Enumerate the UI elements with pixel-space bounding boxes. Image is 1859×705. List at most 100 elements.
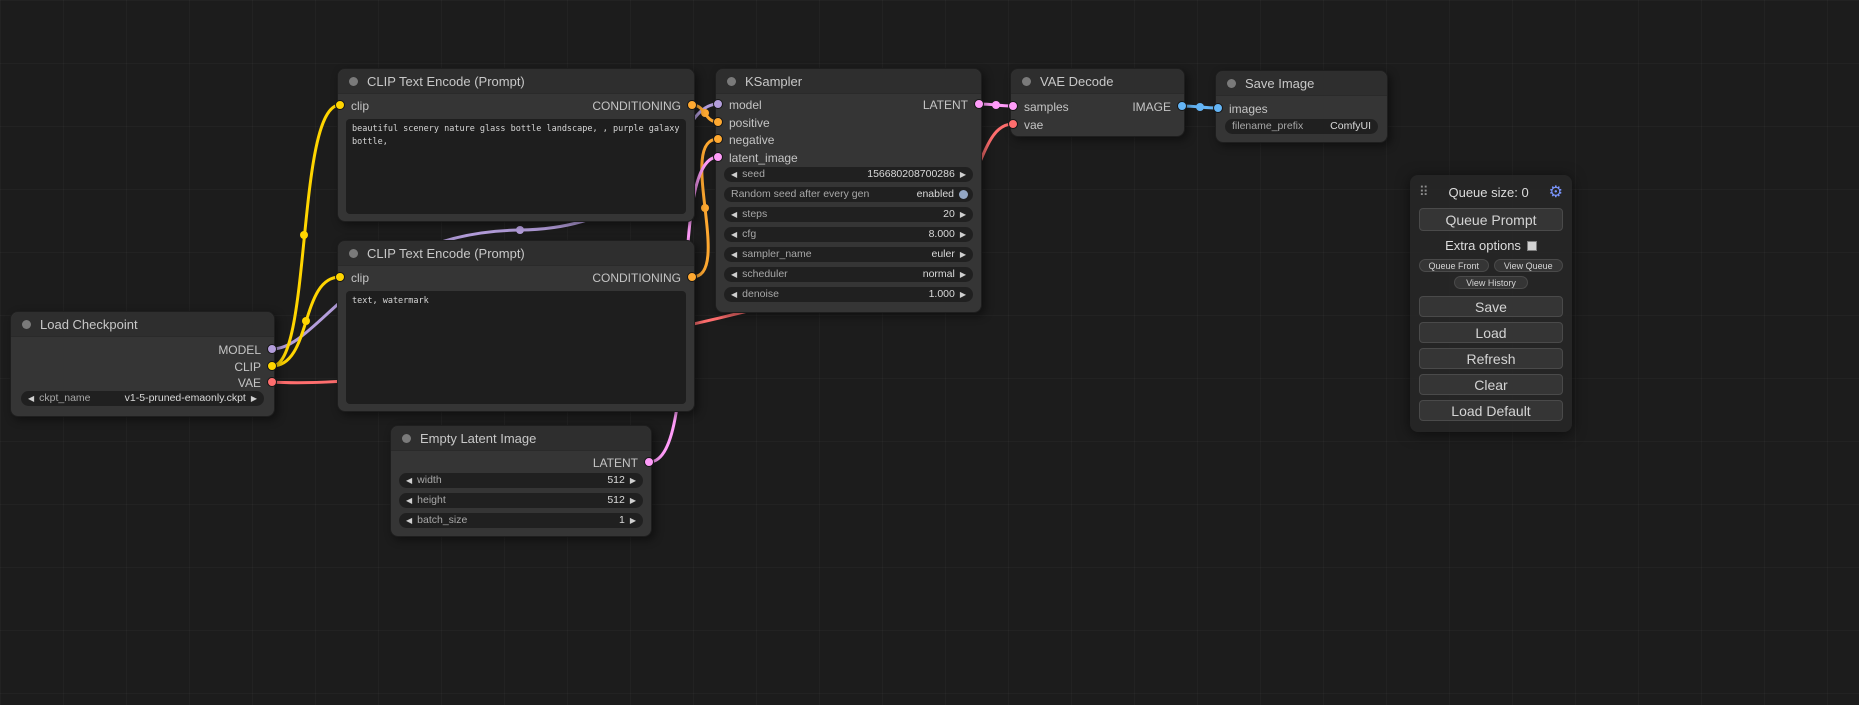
collapse-icon[interactable] [22, 320, 31, 329]
prev-value-icon[interactable]: ◀ [731, 211, 737, 219]
wire-clip-to-positive-prompt [272, 105, 340, 366]
node-header[interactable]: VAE Decode [1011, 69, 1184, 94]
drag-handle-icon[interactable]: ⠿ [1419, 184, 1429, 200]
wire-midpoint-dot [1196, 103, 1204, 111]
collapse-icon[interactable] [1022, 77, 1031, 86]
refresh-button[interactable]: Refresh [1419, 348, 1563, 369]
widget-value: 512 [607, 493, 625, 508]
random-seed-toggle[interactable]: Random seed after every gen enabled [724, 187, 973, 202]
queue-actions-row: Queue Front View Queue [1419, 259, 1563, 272]
wire-midpoint-dot [701, 109, 709, 117]
next-value-icon[interactable]: ▶ [960, 231, 966, 239]
node-graph-canvas[interactable]: Load Checkpoint MODEL CLIP VAE ◀ ckpt_na… [0, 0, 1859, 705]
input-label-negative: negative [729, 133, 774, 147]
node-header[interactable]: Load Checkpoint [11, 312, 274, 337]
node-title: Empty Latent Image [420, 431, 536, 446]
queue-front-button[interactable]: Queue Front [1419, 259, 1489, 272]
prev-value-icon[interactable]: ◀ [731, 271, 737, 279]
clear-button[interactable]: Clear [1419, 374, 1563, 395]
sampler-name-widget[interactable]: ◀ sampler_name euler ▶ [724, 247, 973, 262]
input-label-latent-image: latent_image [729, 151, 798, 165]
next-value-icon[interactable]: ▶ [960, 211, 966, 219]
collapse-icon[interactable] [727, 77, 736, 86]
next-value-icon[interactable]: ▶ [960, 171, 966, 179]
filename-prefix-widget[interactable]: filename_prefix ComfyUI [1225, 119, 1378, 134]
widget-label: batch_size [417, 513, 467, 528]
queue-menu-panel: ⠿ Queue size: 0 ⚙ Queue Prompt Extra opt… [1410, 175, 1572, 432]
wire-midpoint-dot [701, 204, 709, 212]
widget-value: 1.000 [929, 287, 955, 302]
steps-widget[interactable]: ◀ steps 20 ▶ [724, 207, 973, 222]
widget-value: 20 [943, 207, 955, 222]
prev-value-icon[interactable]: ◀ [731, 291, 737, 299]
input-label-samples: samples [1024, 100, 1069, 114]
load-default-button[interactable]: Load Default [1419, 400, 1563, 421]
widget-label: scheduler [742, 267, 788, 282]
widget-label: Random seed after every gen [731, 187, 869, 202]
input-label-images: images [1229, 102, 1268, 116]
view-history-button[interactable]: View History [1454, 276, 1528, 289]
output-label-conditioning: CONDITIONING [592, 271, 681, 285]
node-title: VAE Decode [1040, 74, 1113, 89]
node-header[interactable]: Save Image [1216, 71, 1387, 96]
prev-value-icon[interactable]: ◀ [731, 231, 737, 239]
queue-prompt-button[interactable]: Queue Prompt [1419, 208, 1563, 231]
next-value-icon[interactable]: ▶ [630, 497, 636, 505]
batch-size-widget[interactable]: ◀ batch_size 1 ▶ [399, 513, 643, 528]
settings-gear-icon[interactable]: ⚙ [1549, 182, 1563, 202]
negative-prompt-textarea[interactable]: text, watermark [346, 291, 686, 404]
node-ksampler[interactable]: KSampler model positive negative latent_… [715, 68, 982, 313]
node-header[interactable]: KSampler [716, 69, 981, 94]
width-widget[interactable]: ◀ width 512 ▶ [399, 473, 643, 488]
next-value-icon[interactable]: ▶ [251, 395, 257, 403]
output-label-latent: LATENT [593, 456, 638, 470]
ckpt-name-widget[interactable]: ◀ ckpt_name v1-5-pruned-emaonly.ckpt ▶ [21, 391, 264, 406]
save-button[interactable]: Save [1419, 296, 1563, 317]
node-vae-decode[interactable]: VAE Decode samples vae IMAGE [1010, 68, 1185, 137]
scheduler-widget[interactable]: ◀ scheduler normal ▶ [724, 267, 973, 282]
extra-options-checkbox[interactable] [1527, 241, 1537, 251]
node-clip-text-encode-negative[interactable]: CLIP Text Encode (Prompt) clip CONDITION… [337, 240, 695, 412]
widget-label: width [417, 473, 442, 488]
prev-value-icon[interactable]: ◀ [731, 171, 737, 179]
prev-value-icon[interactable]: ◀ [406, 517, 412, 525]
prev-value-icon[interactable]: ◀ [731, 251, 737, 259]
denoise-widget[interactable]: ◀ denoise 1.000 ▶ [724, 287, 973, 302]
output-label-image: IMAGE [1132, 100, 1171, 114]
node-clip-text-encode-positive[interactable]: CLIP Text Encode (Prompt) clip CONDITION… [337, 68, 695, 222]
prev-value-icon[interactable]: ◀ [406, 497, 412, 505]
next-value-icon[interactable]: ▶ [630, 477, 636, 485]
widget-value: 8.000 [929, 227, 955, 242]
node-header[interactable]: CLIP Text Encode (Prompt) [338, 241, 694, 266]
node-header[interactable]: CLIP Text Encode (Prompt) [338, 69, 694, 94]
view-queue-button[interactable]: View Queue [1494, 259, 1564, 272]
node-header[interactable]: Empty Latent Image [391, 426, 651, 451]
input-label-clip: clip [351, 99, 369, 113]
widget-value: 512 [607, 473, 625, 488]
node-save-image[interactable]: Save Image images filename_prefix ComfyU… [1215, 70, 1388, 143]
next-value-icon[interactable]: ▶ [960, 291, 966, 299]
widget-value: v1-5-pruned-emaonly.ckpt [125, 391, 246, 406]
prev-value-icon[interactable]: ◀ [28, 395, 34, 403]
toggle-dot-icon[interactable] [959, 190, 968, 199]
collapse-icon[interactable] [349, 249, 358, 258]
next-value-icon[interactable]: ▶ [630, 517, 636, 525]
prev-value-icon[interactable]: ◀ [406, 477, 412, 485]
next-value-icon[interactable]: ▶ [960, 271, 966, 279]
next-value-icon[interactable]: ▶ [960, 251, 966, 259]
queue-size-label: Queue size: 0 [1448, 185, 1528, 200]
wire-midpoint-dot [302, 317, 310, 325]
seed-widget[interactable]: ◀ seed 156680208700286 ▶ [724, 167, 973, 182]
node-empty-latent-image[interactable]: Empty Latent Image LATENT ◀ width 512 ▶ … [390, 425, 652, 537]
cfg-widget[interactable]: ◀ cfg 8.000 ▶ [724, 227, 973, 242]
collapse-icon[interactable] [402, 434, 411, 443]
collapse-icon[interactable] [349, 77, 358, 86]
positive-prompt-textarea[interactable]: beautiful scenery nature glass bottle la… [346, 119, 686, 214]
load-button[interactable]: Load [1419, 322, 1563, 343]
node-load-checkpoint[interactable]: Load Checkpoint MODEL CLIP VAE ◀ ckpt_na… [10, 311, 275, 417]
output-label-model: MODEL [218, 343, 261, 357]
collapse-icon[interactable] [1227, 79, 1236, 88]
height-widget[interactable]: ◀ height 512 ▶ [399, 493, 643, 508]
input-label-positive: positive [729, 116, 770, 130]
queue-panel-header: ⠿ Queue size: 0 ⚙ [1419, 182, 1563, 202]
